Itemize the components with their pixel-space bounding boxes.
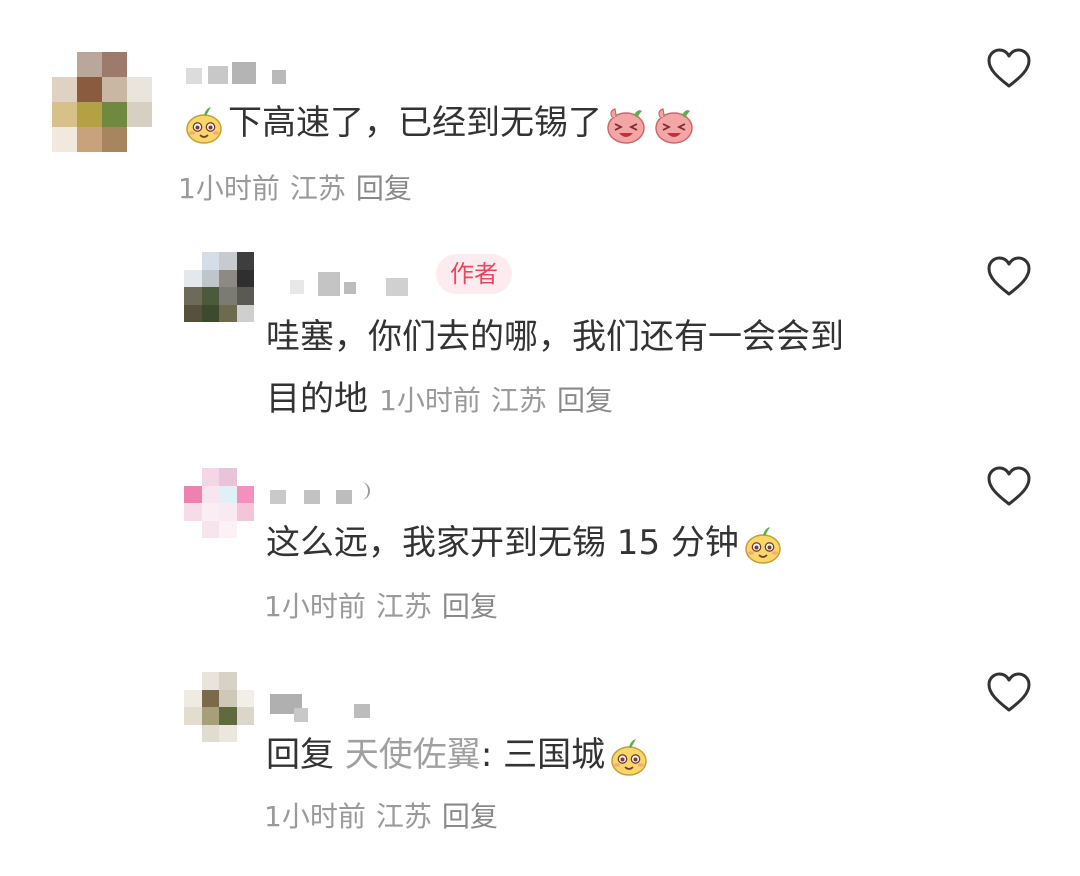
- smiling-dumpling-emoji: [186, 106, 222, 144]
- avatar[interactable]: [184, 468, 254, 538]
- location: 江苏: [289, 172, 346, 205]
- username-masked[interactable]: [290, 272, 420, 296]
- reply-prefix: 回复: [266, 735, 334, 775]
- timestamp: 1小时前: [379, 384, 481, 417]
- username-masked[interactable]: [270, 694, 380, 722]
- laughing-pink-emoji: [607, 107, 645, 144]
- comment-text-content: 下高速了，已经到无锡了: [228, 103, 602, 143]
- comment-4: 回复 天使佐翼: 三国城 1小时前 江苏 回复: [0, 654, 1080, 864]
- avatar[interactable]: [184, 672, 254, 742]
- username-masked[interactable]: [270, 482, 380, 506]
- location: 江苏: [490, 384, 547, 417]
- comment-text-line-2: 目的地 1小时前 江苏 回复: [266, 376, 623, 422]
- location: 江苏: [375, 590, 432, 623]
- reply-button[interactable]: 回复: [356, 172, 412, 205]
- comment-text: 下高速了，已经到无锡了: [180, 100, 698, 147]
- username-masked[interactable]: [186, 62, 286, 86]
- reply-button[interactable]: 回复: [557, 384, 613, 417]
- location: 江苏: [375, 800, 432, 833]
- timestamp: 1小时前: [178, 172, 280, 205]
- reply-button[interactable]: 回复: [442, 590, 498, 623]
- author-badge: 作者: [436, 254, 512, 294]
- comment-text-content: 这么远，我家开到无锡 15 分钟: [266, 523, 739, 563]
- comment-meta: 1小时前 江苏 回复: [178, 172, 422, 206]
- reply-button[interactable]: 回复: [442, 800, 498, 833]
- comment-text-content: 目的地: [266, 379, 368, 419]
- comment-meta: 1小时前 江苏 回复: [264, 800, 508, 834]
- comment-3: 这么远，我家开到无锡 15 分钟 1小时前 江苏 回复: [0, 450, 1080, 640]
- comment-text: 哇塞，你们去的哪，我们还有一会会到: [266, 317, 844, 357]
- reply-separator: :: [480, 735, 493, 775]
- laughing-pink-emoji: [655, 107, 693, 144]
- comment-text: 回复 天使佐翼: 三国城: [266, 732, 653, 779]
- timestamp: 1小时前: [264, 800, 366, 833]
- smiling-dumpling-emoji: [611, 738, 647, 776]
- heart-outline-icon[interactable]: [986, 670, 1032, 716]
- avatar[interactable]: [52, 52, 152, 152]
- comment-2: 作者 哇塞，你们去的哪，我们还有一会会到 目的地 1小时前 江苏 回复: [0, 230, 1080, 440]
- comment-text-content: 三国城: [503, 735, 606, 775]
- heart-outline-icon[interactable]: [986, 464, 1032, 510]
- reply-target-username[interactable]: 天使佐翼: [345, 735, 481, 775]
- heart-outline-icon[interactable]: [986, 46, 1032, 92]
- comment-meta: 1小时前 江苏 回复: [379, 384, 623, 417]
- timestamp: 1小时前: [264, 590, 366, 623]
- smiling-dumpling-emoji: [745, 526, 781, 564]
- heart-outline-icon[interactable]: [986, 254, 1032, 300]
- avatar[interactable]: [184, 252, 254, 322]
- comment-meta: 1小时前 江苏 回复: [264, 590, 508, 624]
- comment-1: 下高速了，已经到无锡了 1小时前 江苏 回复: [0, 0, 1080, 220]
- comment-text: 这么远，我家开到无锡 15 分钟: [266, 520, 787, 567]
